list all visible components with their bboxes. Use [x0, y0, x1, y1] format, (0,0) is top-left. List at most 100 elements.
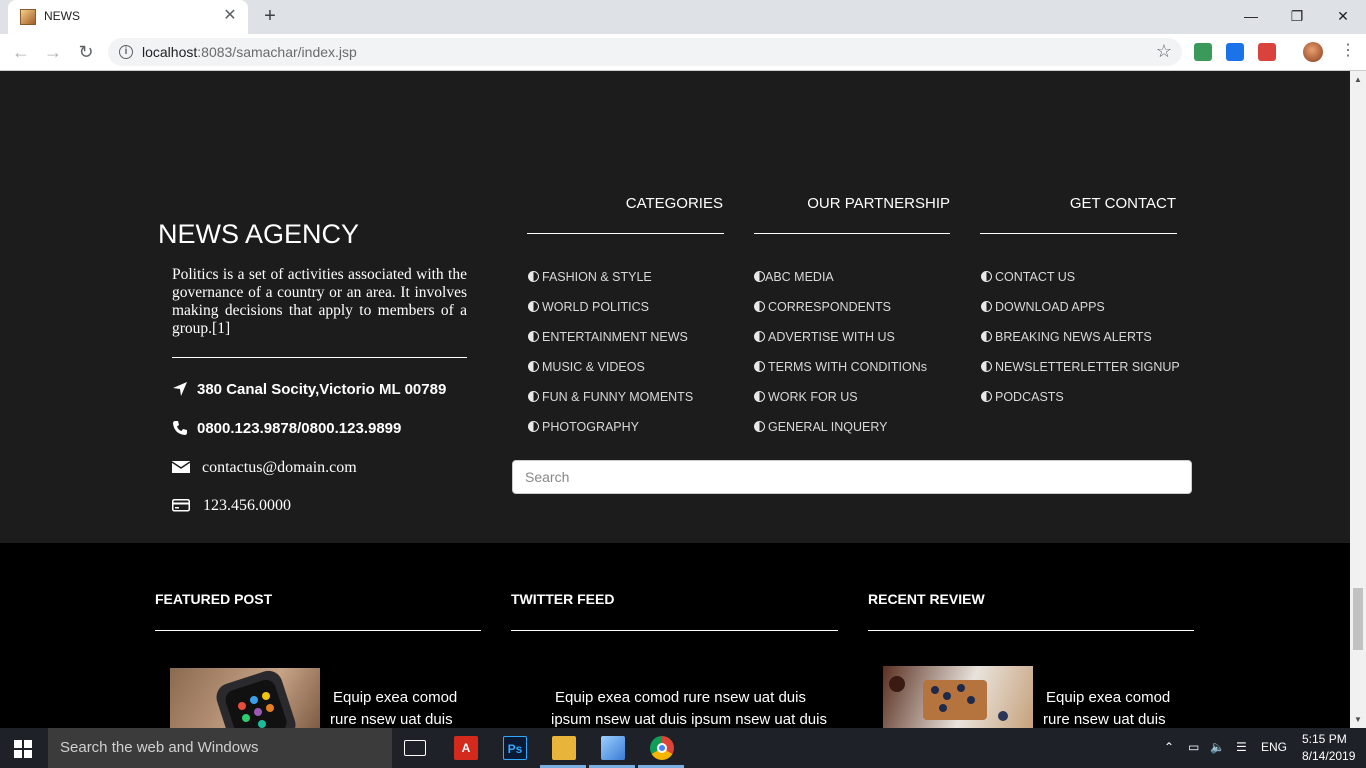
browser-tab[interactable]: NEWS ✕ [8, 0, 248, 34]
credit-card-icon [172, 497, 192, 515]
half-circle-icon [981, 271, 992, 282]
twitter-feed-heading: TWITTER FEED [511, 591, 615, 607]
location-arrow-icon [172, 381, 192, 399]
bookmark-star-icon[interactable]: ☆ [1156, 41, 1172, 62]
close-window-button[interactable]: ✕ [1320, 0, 1366, 32]
scrollbar-thumb[interactable] [1353, 588, 1363, 650]
partnership-link[interactable]: ABC MEDIA [754, 270, 834, 284]
browser-toolbar: ← → ↻ i localhost:8083/samachar/index.js… [0, 34, 1366, 71]
half-circle-icon [754, 271, 765, 282]
pdf-extension-icon[interactable] [1258, 43, 1276, 61]
address-bar[interactable]: i localhost:8083/samachar/index.jsp ☆ [108, 38, 1182, 66]
half-circle-icon [981, 301, 992, 312]
tray-chevron-up-icon[interactable]: ⌃ [1164, 740, 1174, 754]
url-host: localhost [142, 44, 198, 60]
review-post-line2: rure nsew uat duis [1043, 711, 1166, 728]
minimize-button[interactable]: — [1228, 0, 1274, 32]
half-circle-icon [754, 421, 765, 432]
category-link[interactable]: FUN & FUNNY MOMENTS [528, 390, 693, 404]
twitter-divider [511, 630, 838, 631]
back-button[interactable]: ← [9, 40, 33, 64]
volume-muted-icon[interactable]: 🔈 [1210, 740, 1225, 754]
menu-kebab-icon[interactable]: ⋮ [1340, 40, 1356, 60]
windows-start-icon[interactable] [14, 740, 32, 758]
category-link[interactable]: WORLD POLITICS [528, 300, 649, 314]
agency-divider [172, 357, 467, 358]
review-post-line1: Equip exea comod [1046, 689, 1171, 706]
half-circle-icon [754, 331, 765, 342]
contact-link[interactable]: DOWNLOAD APPS [981, 300, 1105, 314]
envelope-icon [171, 459, 192, 477]
featured-post-heading: FEATURED POST [155, 591, 273, 607]
partnership-link[interactable]: ADVERTISE WITH US [754, 330, 895, 344]
categories-heading: CATEGORIES [625, 195, 723, 212]
restore-button[interactable]: ❐ [1274, 0, 1320, 32]
half-circle-icon [528, 271, 539, 282]
info-icon[interactable]: i [119, 45, 133, 59]
photoshop-icon[interactable]: Ps [503, 736, 527, 760]
lower-section: FEATURED POST TWITTER FEED RECENT REVIEW… [0, 543, 1350, 728]
category-link[interactable]: FASHION & STYLE [528, 270, 652, 284]
half-circle-icon [754, 301, 765, 312]
url-text[interactable]: localhost:8083/samachar/index.jsp [142, 44, 357, 60]
featured-post-image[interactable] [170, 668, 320, 728]
partnership-link[interactable]: CORRESPONDENTS [754, 300, 891, 314]
category-link[interactable]: PHOTOGRAPHY [528, 420, 639, 434]
phone-icon [172, 420, 192, 438]
contact-link[interactable]: CONTACT US [981, 270, 1075, 284]
profile-avatar[interactable] [1303, 42, 1323, 62]
clock-date[interactable]: 8/14/2019 [1302, 749, 1355, 763]
agency-description: Politics is a set of activities associat… [172, 266, 467, 337]
contact-link[interactable]: PODCASTS [981, 390, 1064, 404]
contact-divider [980, 233, 1177, 234]
partnership-link[interactable]: TERMS WITH CONDITIONs [754, 360, 927, 374]
partnership-divider [754, 233, 950, 234]
featured-post-line2: rure nsew uat duis [330, 711, 453, 728]
contact-heading: GET CONTACT [1069, 195, 1176, 212]
email-text[interactable]: contactus@domain.com [202, 459, 357, 477]
partnership-heading: OUR PARTNERSHIP [807, 195, 950, 212]
fax-text: 123.456.0000 [203, 497, 291, 514]
page-scrollbar[interactable]: ▲ ▼ [1350, 71, 1366, 728]
recent-review-heading: RECENT REVIEW [868, 591, 985, 607]
chrome-icon[interactable] [650, 736, 674, 760]
recent-review-image[interactable] [883, 666, 1033, 728]
partnership-link[interactable]: GENERAL INQUERY [754, 420, 887, 434]
sheets-extension-icon[interactable] [1194, 43, 1212, 61]
tab-close-icon[interactable]: ✕ [220, 6, 240, 26]
address-text: 380 Canal Socity,Victorio ML 00789 [197, 381, 447, 398]
search-extension-icon[interactable] [1226, 43, 1244, 61]
categories-divider [527, 233, 724, 234]
virtualbox-icon[interactable] [601, 736, 625, 760]
review-divider [868, 630, 1194, 631]
file-explorer-icon[interactable] [552, 736, 576, 760]
acrobat-icon[interactable]: A [454, 736, 478, 760]
url-path: :8083/samachar/index.jsp [197, 44, 357, 60]
search-input[interactable] [512, 460, 1192, 494]
category-link[interactable]: ENTERTAINMENT NEWS [528, 330, 688, 344]
windows-taskbar: Search the web and Windows A Ps ⌃ ▭ 🔈 ☰ … [0, 728, 1366, 768]
partnership-link[interactable]: WORK FOR US [754, 390, 858, 404]
clock-time[interactable]: 5:15 PM [1302, 732, 1347, 746]
task-view-icon[interactable] [404, 740, 426, 756]
new-tab-button[interactable]: + [258, 4, 282, 28]
page-viewport: NEWS AGENCY Politics is a set of activit… [0, 71, 1350, 728]
taskbar-search-box[interactable]: Search the web and Windows [48, 728, 392, 768]
contact-link[interactable]: NEWSLETTERLETTER SIGNUP [981, 360, 1180, 374]
contact-link[interactable]: BREAKING NEWS ALERTS [981, 330, 1152, 344]
twitter-post-line1: Equip exea comod rure nsew uat duis [555, 689, 806, 706]
category-link[interactable]: MUSIC & VIDEOS [528, 360, 645, 374]
forward-button[interactable]: → [41, 40, 65, 64]
battery-icon[interactable]: ▭ [1188, 740, 1199, 754]
half-circle-icon [528, 391, 539, 402]
language-indicator[interactable]: ENG [1261, 740, 1287, 754]
half-circle-icon [528, 331, 539, 342]
agency-title: NEWS AGENCY [158, 219, 360, 249]
scroll-down-icon[interactable]: ▼ [1354, 715, 1362, 724]
scroll-up-icon[interactable]: ▲ [1354, 75, 1362, 84]
half-circle-icon [528, 421, 539, 432]
half-circle-icon [981, 331, 992, 342]
notifications-icon[interactable]: ☰ [1236, 740, 1247, 754]
featured-divider [155, 630, 481, 631]
reload-button[interactable]: ↻ [74, 40, 98, 64]
